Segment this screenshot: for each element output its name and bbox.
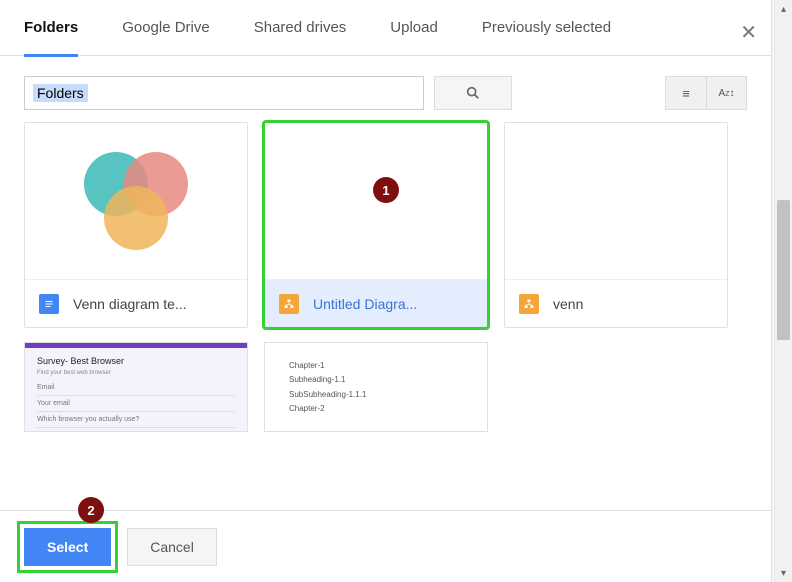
form-line: Your email [37,396,235,412]
form-option: Chrome [42,431,63,432]
tabs-bar: Folders Google Drive Shared drives Uploa… [0,0,771,56]
search-value: Folders [33,84,88,102]
scroll-down-icon[interactable]: ▾ [775,564,792,582]
search-button[interactable] [434,76,512,110]
scrollbar[interactable]: ▴ ▾ [774,0,792,582]
file-name: Untitled Diagra... [313,296,417,312]
view-toggle: ≡ AZ↕ [665,76,747,110]
file-caption: Untitled Diagra... [265,279,487,327]
sort-button[interactable]: AZ↕ [706,77,746,109]
scroll-thumb[interactable] [777,200,790,340]
drawio-icon [279,294,299,314]
file-caption: venn [505,279,727,327]
tab-upload[interactable]: Upload [390,0,438,56]
tab-previously-selected[interactable]: Previously selected [482,0,611,56]
venn-preview [76,146,196,256]
list-view-button[interactable]: ≡ [666,77,706,109]
file-grid-row2: Survey- Best Browser Find your best web … [0,328,771,432]
thumbnail [25,123,247,279]
form-preview: Survey- Best Browser Find your best web … [25,343,247,431]
file-card[interactable]: Survey- Best Browser Find your best web … [24,342,248,432]
file-card[interactable]: venn [504,122,728,328]
annotation-badge-2: 2 [78,497,104,523]
list-icon: ≡ [682,86,690,101]
select-button[interactable]: Select [24,528,111,566]
cancel-button[interactable]: Cancel [127,528,217,566]
file-name: Venn diagram te... [73,296,187,312]
form-line: Which browser you actually use? [37,412,235,428]
doc-line: SubSubheading-1.1.1 [289,388,463,402]
form-title: Survey- Best Browser [37,356,235,366]
file-name: venn [553,296,583,312]
file-card[interactable]: Chapter-1 Subheading-1.1 SubSubheading-1… [264,342,488,432]
thumbnail [265,123,487,279]
scroll-up-icon[interactable]: ▴ [775,0,792,18]
form-line: Email [37,380,235,396]
sort-icon: AZ↕ [719,88,735,99]
close-icon[interactable]: ✕ [740,20,757,45]
dialog-footer: 2 Select Cancel [0,510,771,582]
file-card[interactable]: Venn diagram te... [24,122,248,328]
annotation-badge-1: 1 [373,177,399,203]
tab-google-drive[interactable]: Google Drive [122,0,210,56]
file-card-selected[interactable]: 1 Untitled Diagra... [264,122,488,328]
doc-preview: Chapter-1 Subheading-1.1 SubSubheading-1… [265,343,487,432]
tab-folders[interactable]: Folders [24,0,78,56]
doc-line: Chapter-1 [289,359,463,373]
thumbnail [505,123,727,279]
file-picker-dialog: Folders Google Drive Shared drives Uploa… [0,0,772,582]
docs-icon [39,294,59,314]
file-caption: Venn diagram te... [25,279,247,327]
toolbar: Folders ≡ AZ↕ [0,56,771,122]
drawio-icon [519,294,539,314]
form-subtitle: Find your best web browser [37,370,235,376]
doc-line: Chapter-2 [289,402,463,416]
file-grid: Venn diagram te... 1 Untitled Diagra... … [0,122,771,328]
doc-line: Subheading-1.1 [289,373,463,387]
search-icon [465,85,481,101]
search-input[interactable]: Folders [24,76,424,110]
tab-shared-drives[interactable]: Shared drives [254,0,347,56]
